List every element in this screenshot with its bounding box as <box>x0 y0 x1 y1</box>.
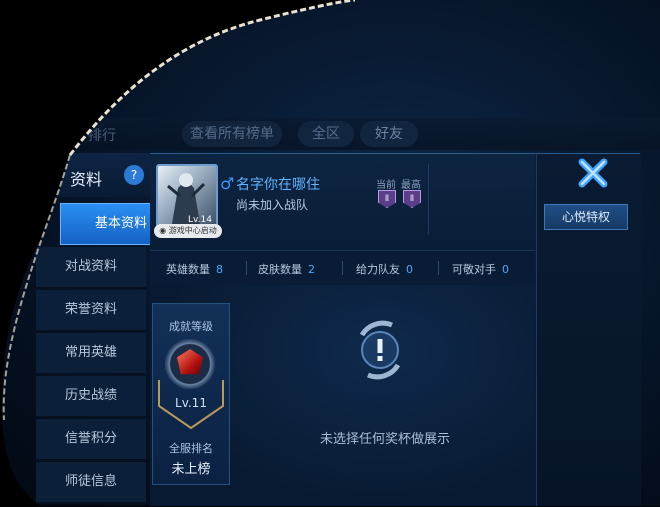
sidebar-item-heroes[interactable]: 常用英雄 <box>36 333 146 375</box>
empty-trophy-message: 未选择任何奖杯做展示 <box>319 432 450 447</box>
avatar[interactable]: Lv.14 <box>156 164 218 228</box>
stat-teammates: 给力队友 0 <box>356 263 413 276</box>
achievement-emblem <box>165 339 215 389</box>
game-center-label: 游戏中心启动 <box>168 226 217 235</box>
vip-privilege-tab[interactable]: 心悦特权 <box>544 204 628 230</box>
trophy-showcase: 成就等级 Lv.11 全服排名 未上榜 未选择任何奖杯做展示 <box>150 285 535 507</box>
qq-icon: ◉ <box>159 226 169 235</box>
team-status: 尚未加入战队 <box>236 198 309 212</box>
male-icon: ♂ <box>220 174 235 193</box>
game-center-badge[interactable]: ◉ 游戏中心启动 <box>154 224 222 238</box>
player-name: 名字你在哪住 <box>236 177 320 193</box>
main-panel: Lv.14 ◉ 游戏中心启动 ♂ 名字你在哪住 尚未加入战队 当前 最高 Ⅱ Ⅱ… <box>150 153 640 507</box>
achievement-title: 成就等级 <box>169 320 213 333</box>
achievement-level: Lv.11 <box>175 396 207 410</box>
close-icon[interactable] <box>578 158 608 188</box>
sidebar-title: 资料 <box>70 170 103 189</box>
sidebar-item-credit[interactable]: 信誉积分 <box>36 419 146 461</box>
region-tab[interactable]: 全区 <box>298 121 354 147</box>
game-screen: 排行 查看所有榜单 全区 好友 资料 ? 基本资料 对战资料 荣誉资料 常用英雄… <box>0 0 660 506</box>
sidebar: 资料 ? 基本资料 对战资料 荣誉资料 常用英雄 历史战绩 信誉积分 师徒信息 <box>30 153 150 506</box>
server-rank-value: 未上榜 <box>171 462 211 477</box>
divider <box>246 261 247 275</box>
sidebar-item-history[interactable]: 历史战绩 <box>36 376 146 418</box>
red-gem-icon <box>177 349 203 377</box>
sidebar-header: 资料 ? <box>30 153 150 197</box>
stat-heroes: 英雄数量 8 <box>166 263 223 276</box>
ranking-topbar: 排行 查看所有榜单 全区 好友 <box>60 118 660 150</box>
stat-skins: 皮肤数量 2 <box>258 263 315 276</box>
rank-best-icon: Ⅱ <box>403 190 421 208</box>
avatar-art-icon: Lv.14 <box>158 166 216 226</box>
stats-bar: 英雄数量 8 皮肤数量 2 给力队友 0 可敬对手 0 <box>150 250 535 286</box>
stat-opponents: 可敬对手 0 <box>452 263 509 276</box>
rank-best-label: 最高 <box>401 180 421 191</box>
view-all-tab[interactable]: 查看所有榜单 <box>182 121 282 147</box>
sidebar-item-mentor[interactable]: 师徒信息 <box>36 462 146 504</box>
profile-card: Lv.14 ◉ 游戏中心启动 ♂ 名字你在哪住 尚未加入战队 当前 最高 Ⅱ Ⅱ <box>150 154 535 246</box>
rank-current-label: 当前 <box>376 180 396 191</box>
rank-current-icon: Ⅱ <box>378 190 396 208</box>
panel-region: 排行 查看所有榜单 全区 好友 资料 ? 基本资料 对战资料 荣誉资料 常用英雄… <box>0 0 660 506</box>
divider <box>438 261 439 275</box>
ranking-title: 排行 <box>88 128 116 144</box>
sidebar-item-honor[interactable]: 荣誉资料 <box>36 290 146 332</box>
help-icon[interactable]: ? <box>124 165 144 185</box>
achievement-card[interactable]: 成就等级 Lv.11 全服排名 未上榜 <box>152 303 230 485</box>
divider <box>428 164 429 234</box>
friends-tab[interactable]: 好友 <box>360 121 418 147</box>
divider <box>342 261 343 275</box>
warning-icon <box>352 319 408 381</box>
sidebar-item-battle[interactable]: 对战资料 <box>36 247 146 289</box>
server-rank-label: 全服排名 <box>169 442 213 455</box>
